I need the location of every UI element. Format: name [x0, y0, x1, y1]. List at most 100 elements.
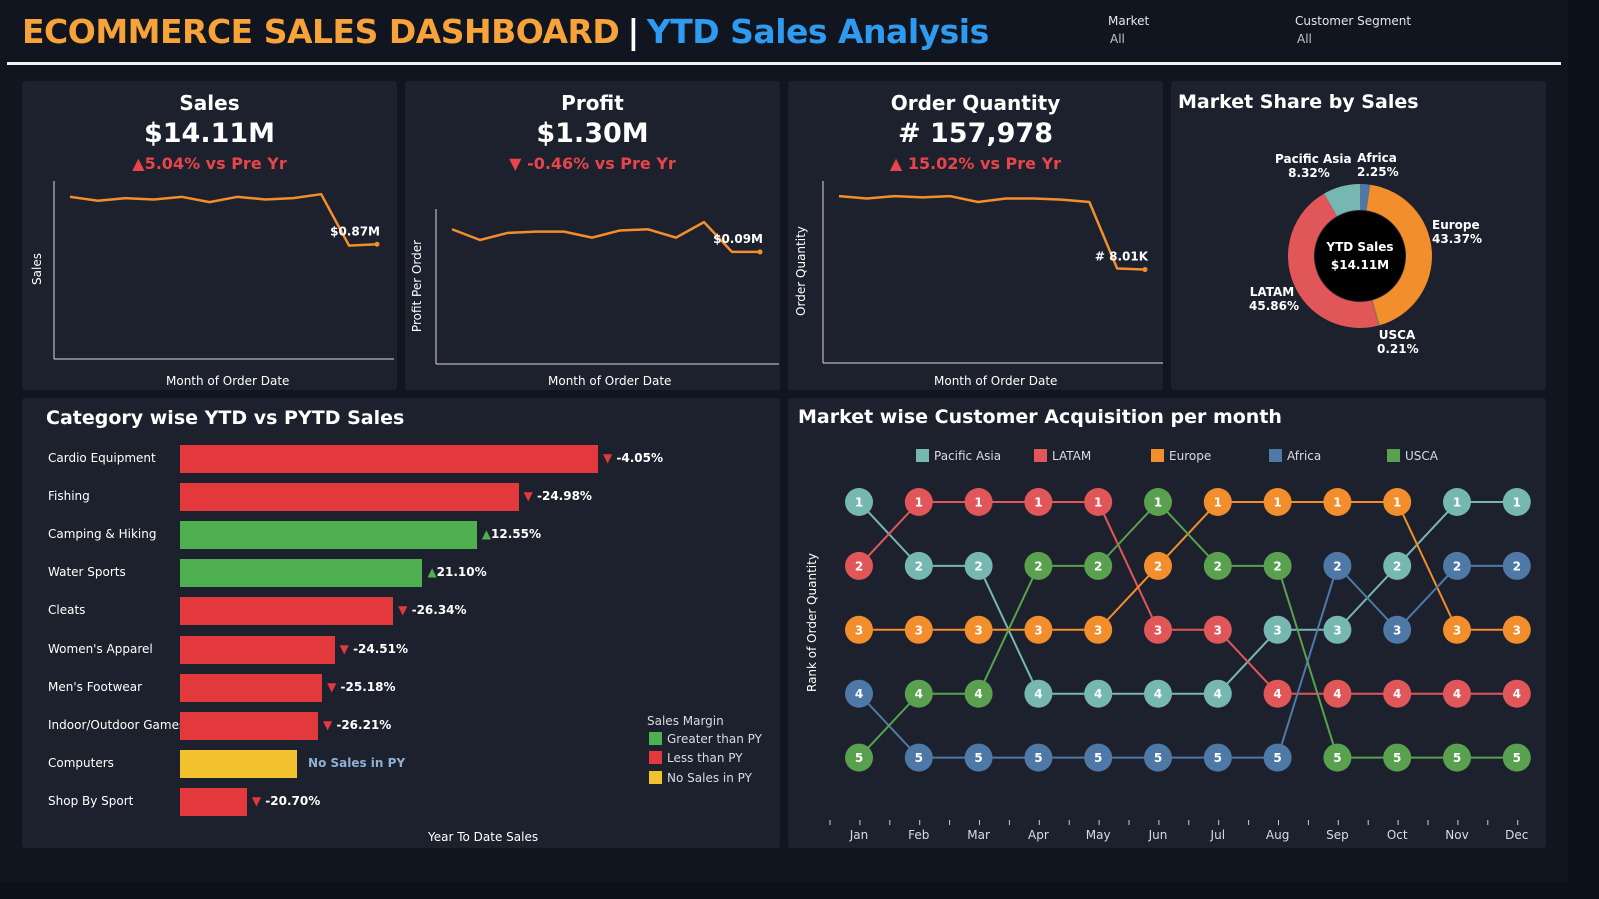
rank-marker[interactable]: 3 — [1084, 615, 1113, 644]
rank-marker[interactable]: 2 — [1024, 551, 1053, 580]
rank-marker[interactable]: 4 — [1263, 679, 1292, 708]
category-row[interactable]: Men's Footwear ▼ -25.18% — [22, 673, 782, 702]
rank-marker[interactable]: 1 — [845, 488, 873, 516]
rank-marker[interactable]: 2 — [904, 551, 933, 580]
rank-marker[interactable]: 1 — [1263, 488, 1292, 516]
x-tick-label: May — [1086, 828, 1111, 842]
rank-marker[interactable]: 1 — [1443, 488, 1471, 516]
rank-marker[interactable]: 2 — [1502, 551, 1531, 580]
rank-marker[interactable]: 4 — [1323, 679, 1352, 708]
category-bar[interactable] — [180, 787, 247, 816]
category-row[interactable]: Fishing ▼ -24.98% — [22, 483, 782, 512]
rank-marker[interactable]: 1 — [1323, 488, 1352, 516]
rank-marker[interactable]: 4 — [1024, 679, 1053, 708]
rank-marker[interactable]: 5 — [845, 743, 873, 772]
rank-marker[interactable]: 4 — [1144, 679, 1172, 708]
rank-marker[interactable]: 1 — [1144, 488, 1172, 516]
rank-marker[interactable]: 4 — [1443, 679, 1471, 708]
rank-marker[interactable]: 3 — [1024, 615, 1053, 644]
rank-marker[interactable]: 5 — [1502, 743, 1531, 772]
rank-marker[interactable]: 2 — [1144, 551, 1172, 580]
rank-marker[interactable]: 3 — [1203, 615, 1232, 644]
category-row[interactable]: Women's Apparel ▼ -24.51% — [22, 635, 782, 664]
rank-label: 1 — [1154, 496, 1162, 510]
rank-marker[interactable]: 4 — [845, 679, 873, 708]
rank-label: 2 — [1214, 559, 1222, 573]
category-bar[interactable] — [180, 483, 519, 512]
down-triangle-icon: ▼ — [251, 793, 262, 808]
rank-marker[interactable]: 5 — [1084, 743, 1113, 772]
rank-marker[interactable]: 2 — [1084, 551, 1113, 580]
rank-marker[interactable]: 1 — [1024, 488, 1053, 516]
header: ECOMMERCE SALES DASHBOARD | YTD Sales Anal… — [0, 0, 1568, 62]
rank-marker[interactable]: 3 — [904, 615, 933, 644]
rank-marker[interactable]: 5 — [1263, 743, 1292, 772]
rank-marker[interactable]: 4 — [964, 679, 993, 708]
rank-marker[interactable]: 1 — [1502, 488, 1531, 516]
rank-marker[interactable]: 5 — [1144, 743, 1172, 772]
rank-marker[interactable]: 2 — [1263, 551, 1292, 580]
rank-marker[interactable]: 5 — [904, 743, 933, 772]
category-row[interactable]: Cardio Equipment ▼ -4.05% — [22, 445, 782, 473]
category-row[interactable]: Water Sports ▲21.10% — [22, 559, 782, 588]
segment-filter-value[interactable]: All — [1297, 32, 1411, 46]
rank-marker[interactable]: 4 — [1383, 679, 1412, 708]
rank-marker[interactable]: 4 — [1203, 679, 1232, 708]
rank-marker[interactable]: 3 — [1443, 615, 1471, 644]
rank-marker[interactable]: 2 — [1383, 551, 1412, 580]
rank-marker[interactable]: 3 — [1323, 615, 1352, 644]
market-filter[interactable]: Market All — [1108, 14, 1149, 46]
category-bar[interactable] — [180, 445, 598, 473]
rank-marker[interactable]: 2 — [845, 551, 873, 580]
rank-marker[interactable]: 3 — [1263, 615, 1292, 644]
rank-marker[interactable]: 5 — [1323, 743, 1352, 772]
rank-marker[interactable]: 2 — [1323, 551, 1352, 580]
category-label: Indoor/Outdoor Games — [48, 717, 186, 732]
rank-marker[interactable]: 3 — [845, 615, 873, 644]
dashboard-title: ECOMMERCE SALES DASHBOARD | YTD Sales Anal… — [22, 12, 989, 51]
rank-label: 5 — [1094, 751, 1102, 765]
market-filter-value[interactable]: All — [1110, 32, 1149, 46]
category-bar[interactable] — [180, 711, 318, 740]
rank-label: 3 — [1154, 623, 1162, 637]
rank-marker[interactable]: 4 — [1502, 679, 1531, 708]
category-bar[interactable] — [180, 521, 477, 550]
rank-marker[interactable]: 1 — [1203, 488, 1232, 516]
x-tick-label: Jan — [849, 828, 869, 842]
rank-label: 5 — [1214, 751, 1222, 765]
rank-marker[interactable]: 1 — [1084, 488, 1113, 516]
category-bar[interactable] — [180, 635, 335, 664]
rank-marker[interactable]: 4 — [904, 679, 933, 708]
category-row[interactable]: Shop By Sport ▼ -20.70% — [22, 787, 782, 816]
category-bar[interactable] — [180, 559, 423, 588]
rank-label: 1 — [1453, 496, 1461, 510]
rank-marker[interactable]: 1 — [904, 488, 933, 516]
rank-marker[interactable]: 5 — [964, 743, 993, 772]
rank-marker[interactable]: 5 — [1203, 743, 1232, 772]
category-row[interactable]: Camping & Hiking ▲12.55% — [22, 521, 782, 550]
category-bar[interactable] — [180, 673, 323, 702]
rank-marker[interactable]: 3 — [1502, 615, 1531, 644]
segment-filter[interactable]: Customer Segment All — [1295, 14, 1411, 46]
rank-marker[interactable]: 4 — [1084, 679, 1113, 708]
category-change-label: ▲21.10% — [427, 565, 487, 580]
rank-label: 4 — [974, 687, 982, 701]
category-bar[interactable] — [180, 597, 394, 626]
category-bar[interactable] — [180, 749, 298, 778]
rank-marker[interactable]: 1 — [1383, 488, 1412, 516]
header-divider — [7, 62, 1561, 65]
rank-marker[interactable]: 1 — [964, 488, 993, 516]
rank-marker[interactable]: 2 — [964, 551, 993, 580]
rank-marker[interactable]: 3 — [964, 615, 993, 644]
segment-filter-label: Customer Segment — [1295, 14, 1412, 28]
rank-marker[interactable]: 5 — [1024, 743, 1053, 772]
rank-marker[interactable]: 2 — [1443, 551, 1471, 580]
category-row[interactable]: Cleats ▼ -26.34% — [22, 597, 782, 626]
rank-marker[interactable]: 3 — [1144, 615, 1172, 644]
rank-marker[interactable]: 3 — [1383, 615, 1412, 644]
rank-marker[interactable]: 2 — [1203, 551, 1232, 580]
last-point-marker — [374, 241, 380, 247]
rank-marker[interactable]: 5 — [1443, 743, 1471, 772]
rank-label: 5 — [1513, 751, 1521, 765]
rank-marker[interactable]: 5 — [1383, 743, 1412, 772]
